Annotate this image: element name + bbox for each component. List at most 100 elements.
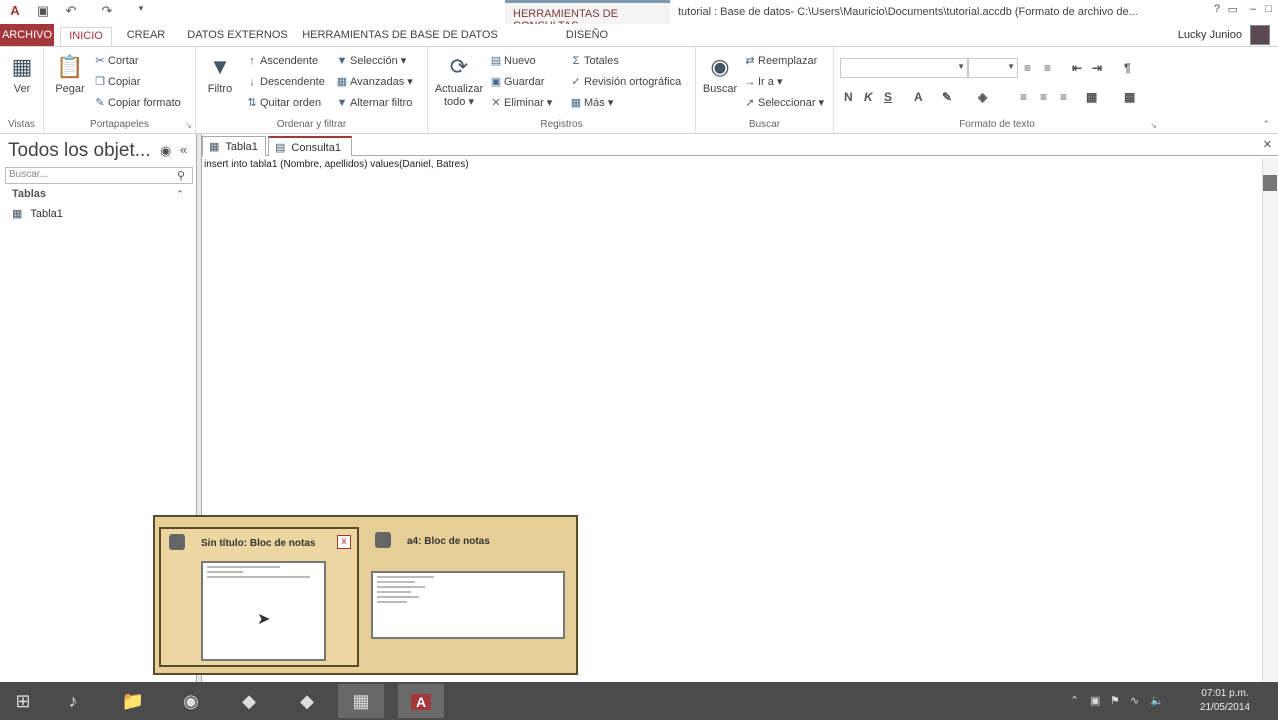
numbering-icon[interactable]: ≡ <box>1044 61 1051 75</box>
minimize-button[interactable]: – <box>1250 3 1256 15</box>
tab-inicio[interactable]: INICIO <box>60 27 112 46</box>
cortar-button[interactable]: ✂ Cortar <box>92 52 138 70</box>
seleccion-button[interactable]: ▼ Selección ▾ <box>334 52 407 70</box>
taskbar-music-app[interactable]: ♪ <box>50 684 96 718</box>
ribbon-options-button[interactable]: ▭ <box>1228 3 1238 16</box>
nav-group-header[interactable]: Tablas <box>12 188 46 200</box>
underline-button[interactable]: S <box>884 90 892 104</box>
copiar-button[interactable]: ❐ Copiar <box>92 73 140 91</box>
toggle-filter-icon: ▼ <box>336 97 348 109</box>
revision-button[interactable]: ✓ Revisión ortográfica <box>568 73 681 91</box>
search-icon[interactable]: ⚲ <box>177 169 185 182</box>
decrease-indent-icon[interactable]: ⇤ <box>1072 61 1082 75</box>
help-button[interactable]: ? <box>1214 3 1220 15</box>
tab-crear[interactable]: CREAR <box>120 27 172 46</box>
align-right-icon[interactable]: ≡ <box>1060 90 1067 104</box>
reemplazar-button[interactable]: ⇄ Reemplazar <box>742 52 817 70</box>
actualizar-todo-button[interactable]: ⟳ Actualizar todo ▾ <box>432 53 486 108</box>
chevron-up-icon[interactable]: ⌃ <box>176 189 184 200</box>
quitar-orden-button[interactable]: ⇅ Quitar orden <box>244 94 321 112</box>
ascendente-button[interactable]: ↑ Ascendente <box>244 52 318 70</box>
taskbar-notepad[interactable]: ▦ <box>338 684 384 718</box>
highlight-icon[interactable]: ✎ <box>942 90 952 104</box>
tab-datos-externos[interactable]: DATOS EXTERNOS <box>180 27 295 46</box>
avanzadas-button[interactable]: ▦ Avanzadas ▾ <box>334 73 413 91</box>
table-icon: ▦ <box>209 141 220 153</box>
user-name[interactable]: Lucky Junioo <box>1178 29 1242 41</box>
font-color-icon[interactable]: A <box>914 90 923 104</box>
doc-tab-tabla1[interactable]: ▦ Tabla1 <box>202 136 266 156</box>
tab-diseno[interactable]: DISEÑO <box>555 27 619 46</box>
buscar-button[interactable]: ◉ Buscar <box>700 53 740 95</box>
nuevo-button[interactable]: ▤ Nuevo <box>488 52 536 70</box>
font-size-combo[interactable]: ▼ <box>968 58 1018 78</box>
align-center-icon[interactable]: ≡ <box>1040 90 1047 104</box>
clear-sort-icon: ⇅ <box>247 97 257 109</box>
redo-icon[interactable]: ↷ <box>98 3 116 19</box>
nav-search-input[interactable]: Buscar... <box>5 167 193 184</box>
taskbar-app-5[interactable]: ◆ <box>284 684 330 718</box>
totales-button[interactable]: Σ Totales <box>568 52 619 70</box>
font-name-combo[interactable]: ▼ <box>840 58 968 78</box>
italic-button[interactable]: K <box>864 90 873 104</box>
nav-item-tabla1[interactable]: ▦ Tabla1 <box>12 207 63 220</box>
copiar-formato-button[interactable]: ✎ Copiar formato <box>92 94 180 112</box>
scrollbar-thumb[interactable] <box>1263 175 1277 191</box>
bold-button[interactable]: N <box>844 90 853 104</box>
vertical-scrollbar[interactable] <box>1262 158 1278 682</box>
descendente-button[interactable]: ↓ Descendente <box>244 73 325 91</box>
sql-editor-text[interactable]: insert into tabla1 (Nombre, apellidos) v… <box>204 159 469 170</box>
tab-archivo[interactable]: ARCHIVO <box>0 24 54 46</box>
collapse-pane-icon[interactable]: « <box>180 142 187 157</box>
ribbon-tabs: ARCHIVO INICIO CREAR DATOS EXTERNOS HERR… <box>0 24 1278 46</box>
selection-filter-icon: ▼ <box>336 55 348 67</box>
mas-button[interactable]: ▦ Más ▾ <box>568 94 614 112</box>
tab-herramientas-bd[interactable]: HERRAMIENTAS DE BASE DE DATOS <box>300 27 500 46</box>
table-icon: ▦ <box>12 208 23 220</box>
pegar-button[interactable]: 📋 Pegar <box>52 53 88 95</box>
ir-a-button[interactable]: → Ir a ▾ <box>742 73 783 91</box>
customize-qat-icon[interactable]: ▾ <box>132 3 150 19</box>
dialog-launcher-icon[interactable]: ↘ <box>1150 121 1157 130</box>
doc-tab-consulta1[interactable]: ▤ Consulta1 <box>268 136 352 156</box>
undo-icon[interactable]: ↶ <box>62 3 80 19</box>
gridlines-icon[interactable]: ▦ <box>1124 90 1135 104</box>
taskbar-clock[interactable]: 07:01 p.m. 21/05/2014 <box>1200 687 1250 715</box>
dialog-launcher-icon[interactable]: ↘ <box>185 121 192 130</box>
thumbnail-notepad-1[interactable]: Sin título: Bloc de notas x ➤ <box>159 527 359 667</box>
seleccionar-button[interactable]: ➚ Seleccionar ▾ <box>742 94 824 112</box>
group-registros: ⟳ Actualizar todo ▾ ▤ Nuevo ▣ Guardar ✕ Eli… <box>428 47 696 133</box>
action-center-flag-icon[interactable]: ⚑ <box>1110 694 1120 707</box>
bullets-icon[interactable]: ≡ <box>1024 61 1031 75</box>
ver-button[interactable]: ▦ Ver <box>4 53 40 95</box>
taskbar-chrome[interactable]: ◉ <box>168 684 214 718</box>
filtro-button[interactable]: ▼ Filtro <box>202 53 238 95</box>
taskbar-app-4[interactable]: ◆ <box>226 684 272 718</box>
tray-app-icon[interactable]: ▣ <box>1090 694 1100 707</box>
nav-pane-title[interactable]: Todos los objet... <box>8 140 151 162</box>
guardar-button[interactable]: ▣ Guardar <box>488 73 545 91</box>
increase-indent-icon[interactable]: ⇥ <box>1092 61 1102 75</box>
volume-icon[interactable]: 🔈 <box>1150 694 1164 707</box>
nav-menu-icon[interactable]: ◉ <box>160 143 171 159</box>
close-document-icon[interactable]: ✕ <box>1263 138 1272 151</box>
fill-color-icon[interactable]: ◈ <box>978 90 987 104</box>
start-button[interactable]: ⊞ <box>0 684 46 718</box>
taskbar-access[interactable]: A <box>398 684 444 718</box>
collapse-ribbon-icon[interactable]: ⌃ <box>1262 119 1270 130</box>
sigma-icon: Σ <box>572 55 580 67</box>
avatar[interactable] <box>1250 25 1270 45</box>
descendente-label: Descendente <box>260 76 325 88</box>
align-left-icon[interactable]: ≡ <box>1020 90 1027 104</box>
network-icon[interactable]: ∿ <box>1130 694 1139 707</box>
alternate-row-color-icon[interactable]: ▦ <box>1086 90 1097 104</box>
alternar-filtro-button[interactable]: ▼ Alternar filtro <box>334 94 413 112</box>
eliminar-button[interactable]: ✕ Eliminar ▾ <box>488 94 552 112</box>
thumbnail-notepad-2[interactable]: a4: Bloc de notas <box>367 527 567 667</box>
show-hidden-icons[interactable]: ⌃ <box>1070 694 1079 707</box>
close-thumbnail-button[interactable]: x <box>337 535 351 549</box>
save-icon[interactable]: ▣ <box>34 3 52 19</box>
paragraph-direction-icon[interactable]: ¶ <box>1124 61 1131 75</box>
restore-button[interactable]: □ <box>1265 3 1272 15</box>
taskbar-file-explorer[interactable]: 📁 <box>110 684 156 718</box>
